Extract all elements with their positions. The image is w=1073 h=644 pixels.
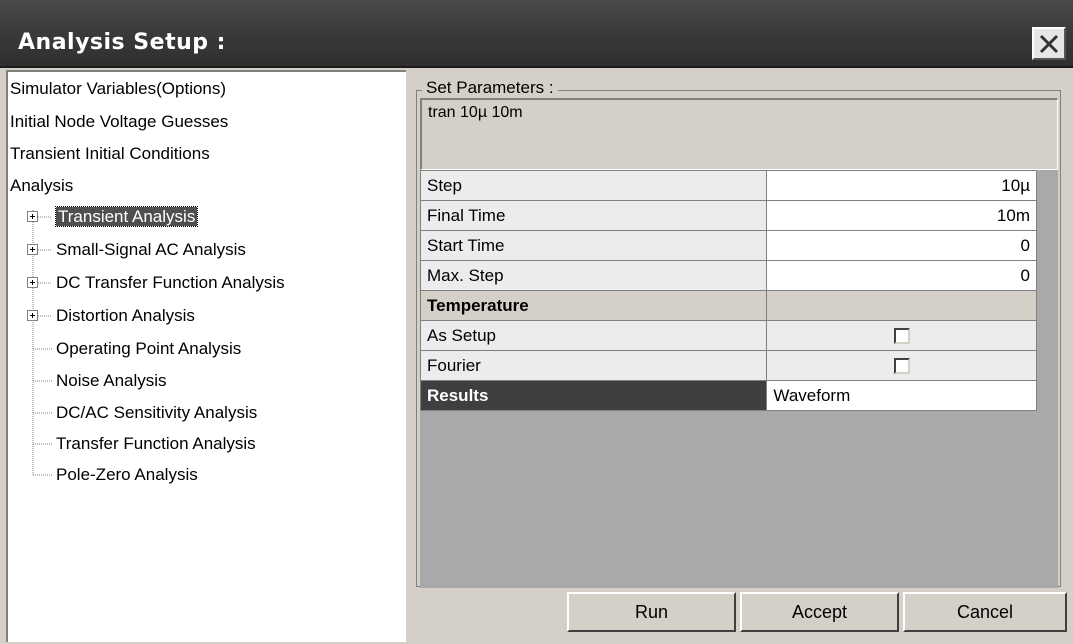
as-setup-checkbox[interactable] — [893, 328, 910, 345]
param-label: Fourier — [419, 350, 768, 381]
close-icon — [1039, 34, 1059, 53]
tree-item-pole-zero[interactable]: Pole-Zero Analysis — [56, 460, 198, 490]
tree-item-label: Transfer Function Analysis — [56, 434, 256, 453]
tree-item-transfer-function[interactable]: Transfer Function Analysis — [56, 429, 256, 459]
results-label: Results — [419, 380, 768, 411]
plus-box-icon[interactable] — [27, 211, 38, 222]
tree-item-noise[interactable]: Noise Analysis — [56, 366, 167, 396]
param-row-as-setup: As Setup — [419, 320, 1037, 351]
tree-item-label: DC Transfer Function Analysis — [56, 273, 285, 292]
tree-item-label: Transient Initial Conditions — [10, 144, 210, 163]
tree-item-transient-analysis[interactable]: Transient Analysis — [54, 202, 199, 232]
param-label: As Setup — [419, 320, 768, 351]
param-row-results: Results Waveform — [419, 380, 1037, 411]
param-value-input[interactable]: 0 — [766, 230, 1037, 261]
tree-item-simulator-variables[interactable]: Simulator Variables(Options) — [10, 74, 226, 104]
run-button[interactable]: Run — [567, 592, 736, 632]
as-setup-cell — [766, 320, 1037, 351]
param-value-input[interactable]: 0 — [766, 260, 1037, 291]
param-value-input[interactable]: 10m — [766, 200, 1037, 231]
section-header-value — [766, 290, 1037, 321]
tree-item-label: Initial Node Voltage Guesses — [10, 112, 229, 131]
results-value-select[interactable]: Waveform — [766, 380, 1037, 411]
parameters-pane: Set Parameters : tran 10µ 10m Step 10µ F… — [410, 70, 1073, 642]
title-bar: Analysis Setup : — [0, 0, 1073, 68]
tree-item-analysis[interactable]: Analysis — [10, 171, 73, 201]
plus-box-icon[interactable] — [27, 277, 38, 288]
accept-button[interactable]: Accept — [740, 592, 899, 632]
tree-item-label: Simulator Variables(Options) — [10, 79, 227, 98]
tree-item-dc-transfer-function[interactable]: DC Transfer Function Analysis — [56, 268, 285, 298]
section-header: Temperature — [419, 290, 768, 321]
tree-item-label: Operating Point Analysis — [56, 339, 242, 358]
cancel-button[interactable]: Cancel — [903, 592, 1067, 632]
tree-item-label: Small-Signal AC Analysis — [56, 240, 246, 259]
param-section-temperature: Temperature — [419, 290, 1037, 321]
set-parameters-label: Set Parameters : — [422, 78, 558, 98]
tree-item-distortion[interactable]: Distortion Analysis — [56, 301, 195, 331]
param-row-fourier: Fourier — [419, 350, 1037, 381]
tree-item-label: Noise Analysis — [56, 371, 167, 390]
tree-item-label: Pole-Zero Analysis — [56, 465, 198, 484]
parameters-command-text: tran 10µ 10m — [420, 98, 1058, 170]
param-row-start-time: Start Time 0 — [419, 230, 1037, 261]
analysis-tree[interactable]: Simulator Variables(Options) Initial Nod… — [6, 70, 406, 642]
fourier-cell — [766, 350, 1037, 381]
param-row-max-step: Max. Step 0 — [419, 260, 1037, 291]
param-label: Start Time — [419, 230, 768, 261]
parameters-grid: Step 10µ Final Time 10m Start Time 0 Max… — [419, 170, 1058, 588]
fourier-checkbox[interactable] — [893, 358, 910, 375]
window-title: Analysis Setup : — [18, 30, 226, 55]
param-label: Final Time — [419, 200, 768, 231]
tree-item-label: DC/AC Sensitivity Analysis — [56, 403, 258, 422]
tree-item-initial-node-voltage[interactable]: Initial Node Voltage Guesses — [10, 107, 228, 137]
param-row-step: Step 10µ — [419, 170, 1037, 201]
tree-item-label: Transient Analysis — [54, 206, 199, 227]
tree-item-operating-point[interactable]: Operating Point Analysis — [56, 334, 241, 364]
param-row-final-time: Final Time 10m — [419, 200, 1037, 231]
param-label: Max. Step — [419, 260, 768, 291]
tree-item-label: Distortion Analysis — [56, 306, 195, 325]
tree-item-label: Analysis — [10, 176, 74, 195]
param-label: Step — [419, 170, 768, 201]
tree-item-small-signal-ac[interactable]: Small-Signal AC Analysis — [56, 235, 246, 265]
close-button[interactable] — [1032, 27, 1066, 60]
tree-item-transient-initial-conditions[interactable]: Transient Initial Conditions — [10, 139, 210, 169]
tree-item-dc-ac-sensitivity[interactable]: DC/AC Sensitivity Analysis — [56, 398, 257, 428]
plus-box-icon[interactable] — [27, 244, 38, 255]
param-value-input[interactable]: 10µ — [766, 170, 1037, 201]
plus-box-icon[interactable] — [27, 310, 38, 321]
